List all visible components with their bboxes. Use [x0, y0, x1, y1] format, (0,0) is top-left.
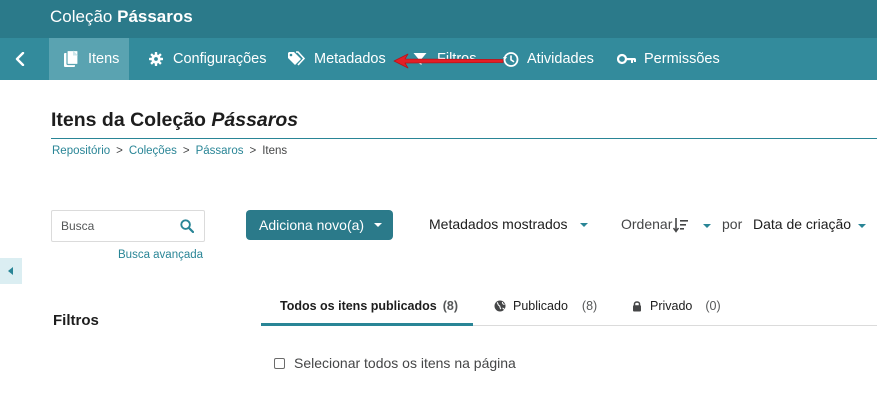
nav-tab-metadata[interactable]: Metadados [287, 38, 386, 80]
tab-published[interactable]: Publicado (8) [494, 299, 597, 313]
page-title-prefix: Itens da Coleção [51, 109, 206, 131]
breadcrumb-separator: > [249, 145, 257, 157]
nav-tab-items-label: Itens [88, 51, 120, 67]
search-input[interactable] [52, 211, 176, 241]
page-title: Itens da Coleção Pássaros [51, 109, 298, 132]
page-title-name: Pássaros [211, 109, 299, 131]
nav-tab-permissions[interactable]: Permissões [617, 38, 720, 80]
sort-by-label: por [722, 216, 743, 232]
nav-tab-settings[interactable]: Configurações [146, 38, 267, 80]
chevron-left-icon [15, 52, 25, 66]
tab-count: (0) [705, 299, 721, 313]
breadcrumb-collections[interactable]: Coleções [129, 145, 177, 157]
select-all-checkbox[interactable] [274, 357, 285, 369]
nav-tab-items[interactable]: Itens [49, 38, 130, 80]
filter-icon [410, 49, 430, 69]
breadcrumb: Repositório > Coleções > Pássaros > Itens [52, 145, 287, 157]
add-new-button-label: Adiciona novo(a) [259, 217, 365, 233]
items-icon [61, 49, 81, 69]
metadata-shown-label: Metadados mostrados [429, 216, 568, 232]
breadcrumb-current: Itens [262, 145, 288, 157]
tab-private[interactable]: Privado (0) [631, 299, 721, 313]
collection-navbar: Itens Configurações Metadados Filtros At… [0, 38, 877, 80]
key-icon [617, 49, 637, 69]
title-divider [51, 138, 877, 139]
lock-icon [633, 301, 641, 312]
breadcrumb-separator: > [182, 145, 190, 157]
back-button[interactable] [0, 38, 40, 80]
sort-field-dropdown[interactable]: Data de criação [753, 216, 851, 232]
filters-panel-toggle[interactable] [0, 258, 22, 284]
nav-tab-permissions-label: Permissões [644, 51, 720, 67]
nav-tab-settings-label: Configurações [173, 51, 267, 67]
nav-tab-activities-label: Atividades [527, 51, 594, 67]
sort-descending-icon[interactable] [673, 217, 689, 233]
tab-count: (8) [442, 299, 459, 313]
collection-header: Coleção Pássaros [0, 0, 877, 38]
collection-title: Coleção Pássaros [50, 7, 193, 27]
chevron-down-icon [580, 223, 589, 228]
select-all-row: Selecionar todos os itens na página [274, 355, 516, 371]
globe-icon [494, 300, 506, 312]
nav-tab-filters-label: Filtros [437, 51, 477, 67]
sort-label: Ordenar [621, 216, 673, 232]
advanced-search-link[interactable]: Busca avançada [118, 249, 203, 261]
sort-order-chevron-down-icon[interactable] [703, 224, 711, 228]
nav-tab-filters[interactable]: Filtros [410, 38, 476, 80]
caret-left-icon [8, 267, 13, 275]
tab-all-published[interactable]: Todos os itens publicados (8) [280, 299, 458, 313]
gear-icon [146, 49, 166, 69]
metadata-shown-dropdown[interactable]: Metadados mostrados [429, 216, 589, 232]
nav-tab-metadata-label: Metadados [314, 51, 386, 67]
add-new-button[interactable]: Adiciona novo(a) [246, 210, 393, 240]
search-icon[interactable] [180, 219, 194, 233]
active-tab-indicator [261, 323, 473, 326]
collection-title-prefix: Coleção [50, 7, 113, 26]
collection-title-name: Pássaros [117, 7, 193, 26]
chevron-down-icon [374, 223, 382, 227]
nav-tab-activities[interactable]: Atividades [500, 38, 594, 80]
filters-title: Filtros [53, 312, 99, 329]
sort-field-chevron-down-icon[interactable] [858, 224, 866, 228]
tab-private-label: Privado [650, 299, 693, 313]
breadcrumb-separator: > [116, 145, 123, 157]
search-box [51, 210, 205, 242]
breadcrumb-collection[interactable]: Pássaros [196, 145, 244, 157]
tab-published-label: Publicado [513, 299, 568, 313]
tab-count: (8) [581, 299, 598, 313]
tab-all-published-label: Todos os itens publicados [280, 299, 437, 313]
tags-icon [287, 49, 307, 69]
select-all-label: Selecionar todos os itens na página [294, 355, 516, 371]
activity-clock-icon [500, 49, 520, 69]
breadcrumb-repository[interactable]: Repositório [52, 145, 110, 157]
